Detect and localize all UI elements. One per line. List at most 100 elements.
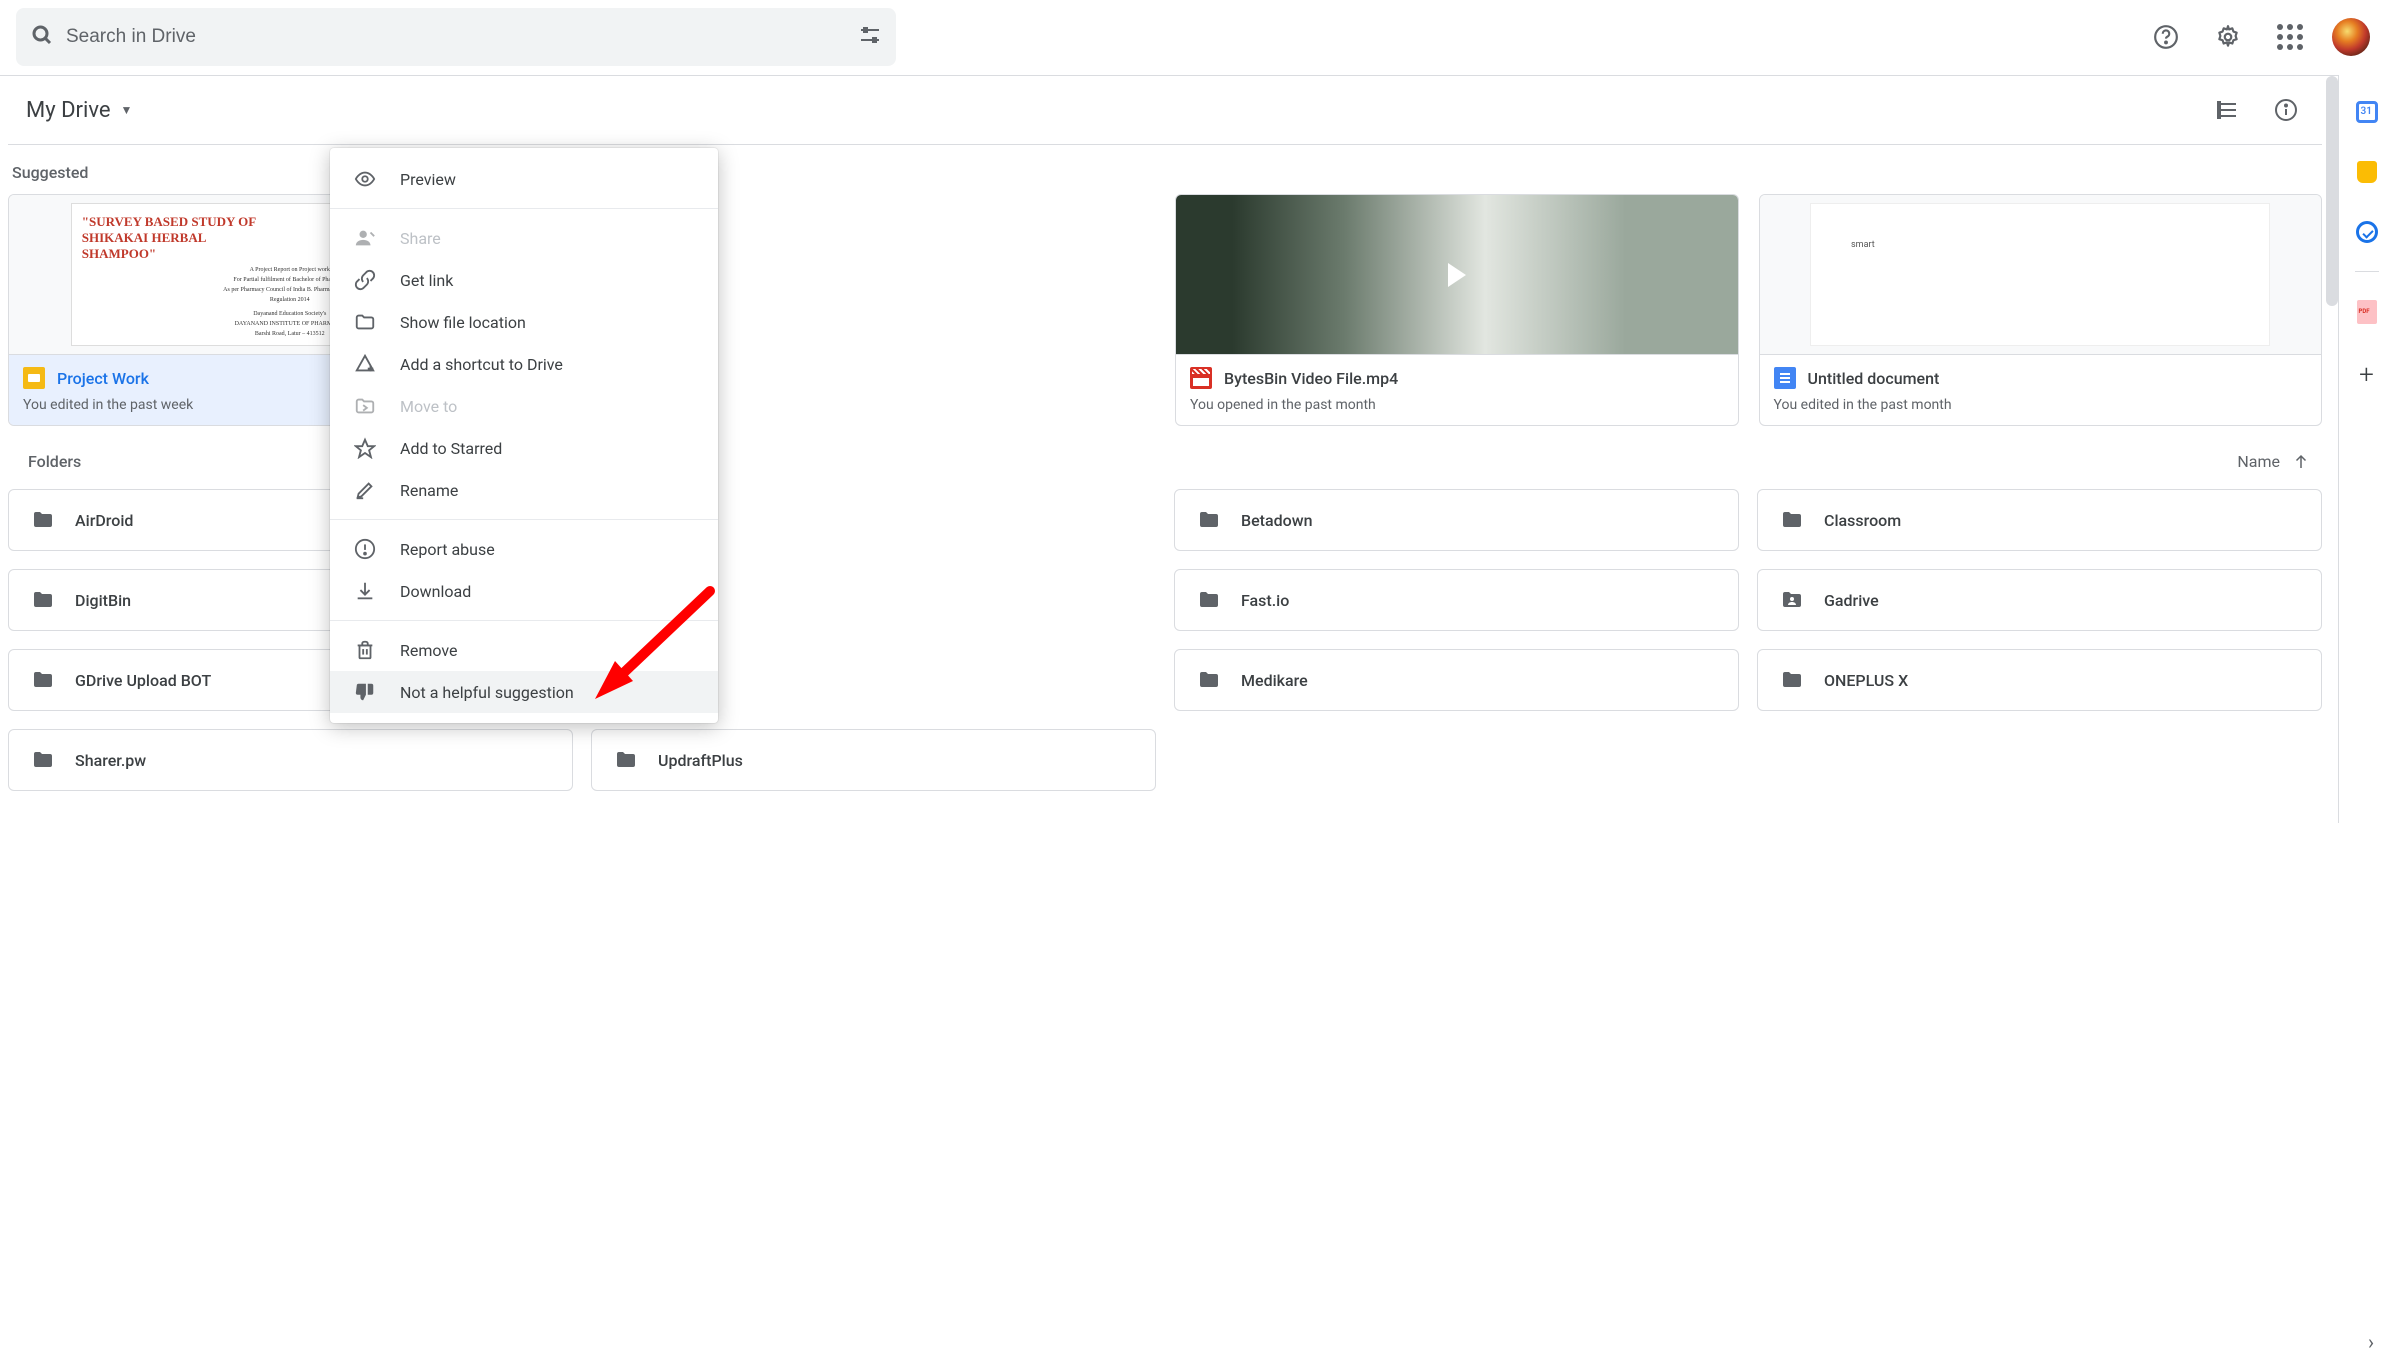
calendar-icon[interactable] — [2356, 101, 2378, 123]
breadcrumb[interactable]: My Drive ▼ — [26, 98, 132, 123]
divider — [2355, 271, 2379, 272]
download-icon — [354, 580, 376, 602]
folder-name: Classroom — [1824, 511, 1901, 530]
folder-icon — [1197, 588, 1221, 612]
folder-name: DigitBin — [75, 591, 131, 610]
apps-icon[interactable] — [2270, 17, 2310, 57]
slides-icon — [23, 367, 45, 389]
ctx-preview[interactable]: Preview — [330, 158, 718, 200]
video-icon — [1190, 367, 1212, 389]
help-icon[interactable] — [2146, 17, 2186, 57]
eye-icon — [354, 168, 376, 190]
ctx-rename[interactable]: Rename — [330, 469, 718, 511]
folder-icon — [31, 508, 55, 532]
ctx-report-abuse[interactable]: Report abuse — [330, 528, 718, 570]
folder-item[interactable]: Gadrive — [1757, 569, 2322, 631]
card-thumbnail — [1810, 203, 2270, 346]
tasks-icon[interactable] — [2356, 221, 2378, 243]
context-menu: Preview Share Get link Show file locatio… — [330, 148, 718, 723]
folder-name: UpdraftPlus — [658, 751, 743, 770]
ctx-label: Add to Starred — [400, 439, 502, 458]
sort-button[interactable]: Name — [2237, 452, 2310, 471]
suggested-card-doc[interactable]: Untitled document You edited in the past… — [1759, 194, 2323, 426]
settings-icon[interactable] — [2208, 17, 2248, 57]
header-actions — [2146, 17, 2370, 57]
sort-label: Name — [2237, 452, 2280, 471]
chevron-right-icon[interactable]: › — [2368, 1330, 2374, 1354]
folder-name: AirDroid — [75, 511, 133, 530]
suggested-card-video[interactable]: BytesBin Video File.mp4 You opened in th… — [1175, 194, 1739, 426]
trash-icon — [354, 639, 376, 661]
folder-item[interactable]: UpdraftPlus — [591, 729, 1156, 791]
arrow-up-icon — [2292, 453, 2310, 471]
add-app-icon[interactable]: + — [2359, 362, 2374, 388]
search-input[interactable] — [64, 25, 858, 49]
folder-icon — [31, 588, 55, 612]
card-title: Untitled document — [1808, 369, 1940, 388]
folder-icon — [1780, 508, 1804, 532]
folder-name: ONEPLUS X — [1824, 671, 1908, 690]
folder-item[interactable]: Medikare — [1174, 649, 1739, 711]
ctx-label: Remove — [400, 641, 458, 660]
folder-name: Gadrive — [1824, 591, 1879, 610]
keep-icon[interactable] — [2357, 161, 2377, 183]
folder-item[interactable]: ONEPLUS X — [1757, 649, 2322, 711]
folder-name: GDrive Upload BOT — [75, 671, 211, 690]
report-icon — [354, 538, 376, 560]
folder-icon — [31, 668, 55, 692]
details-icon[interactable] — [2266, 90, 2306, 130]
ctx-label: Get link — [400, 271, 453, 290]
ctx-download[interactable]: Download — [330, 570, 718, 612]
ctx-share: Share — [330, 217, 718, 259]
ctx-remove[interactable]: Remove — [330, 629, 718, 671]
folder-icon — [354, 311, 376, 333]
ctx-get-link[interactable]: Get link — [330, 259, 718, 301]
scrollbar[interactable] — [2326, 76, 2338, 306]
ctx-not-helpful[interactable]: Not a helpful suggestion — [330, 671, 718, 713]
link-icon — [354, 269, 376, 291]
ctx-label: Show file location — [400, 313, 526, 332]
ctx-show-location[interactable]: Show file location — [330, 301, 718, 343]
folder-item[interactable]: Betadown — [1174, 489, 1739, 551]
drive-shortcut-icon — [354, 353, 376, 375]
ctx-label: Rename — [400, 481, 458, 500]
folder-icon — [1197, 668, 1221, 692]
pdf-app-icon[interactable] — [2357, 300, 2377, 324]
list-view-icon[interactable] — [2208, 90, 2248, 130]
ctx-label: Add a shortcut to Drive — [400, 355, 563, 374]
docs-icon — [1774, 367, 1796, 389]
folder-name: Fast.io — [1241, 591, 1289, 610]
search-container[interactable] — [16, 8, 896, 66]
chevron-down-icon: ▼ — [121, 103, 133, 117]
folder-item[interactable]: Classroom — [1757, 489, 2322, 551]
ctx-add-starred[interactable]: Add to Starred — [330, 427, 718, 469]
ctx-add-shortcut[interactable]: Add a shortcut to Drive — [330, 343, 718, 385]
pencil-icon — [354, 479, 376, 501]
folder-icon — [1197, 508, 1221, 532]
ctx-label: Move to — [400, 397, 457, 416]
folder-name: Sharer.pw — [75, 751, 146, 770]
folder-icon — [1780, 668, 1804, 692]
card-thumbnail — [1176, 195, 1738, 354]
account-avatar[interactable] — [2332, 18, 2370, 56]
card-title: Project Work — [57, 369, 149, 388]
card-title: BytesBin Video File.mp4 — [1224, 369, 1398, 388]
folder-item[interactable]: Fast.io — [1174, 569, 1739, 631]
ctx-move-to: Move to — [330, 385, 718, 427]
side-panel: + — [2338, 75, 2394, 823]
folder-item[interactable]: Sharer.pw — [8, 729, 573, 791]
folder-name: Medikare — [1241, 671, 1308, 690]
ctx-label: Report abuse — [400, 540, 495, 559]
card-subtitle: You opened in the past month — [1190, 397, 1724, 413]
ctx-label: Download — [400, 582, 471, 601]
ctx-label: Not a helpful suggestion — [400, 683, 574, 702]
play-icon — [1448, 263, 1466, 287]
breadcrumb-row: My Drive ▼ — [8, 76, 2322, 145]
thumbs-down-icon — [354, 681, 376, 703]
star-icon — [354, 437, 376, 459]
ctx-label: Share — [400, 229, 441, 248]
move-icon — [354, 395, 376, 417]
shared-folder-icon — [1780, 588, 1804, 612]
search-icon — [30, 23, 54, 51]
search-options-icon[interactable] — [858, 23, 882, 51]
